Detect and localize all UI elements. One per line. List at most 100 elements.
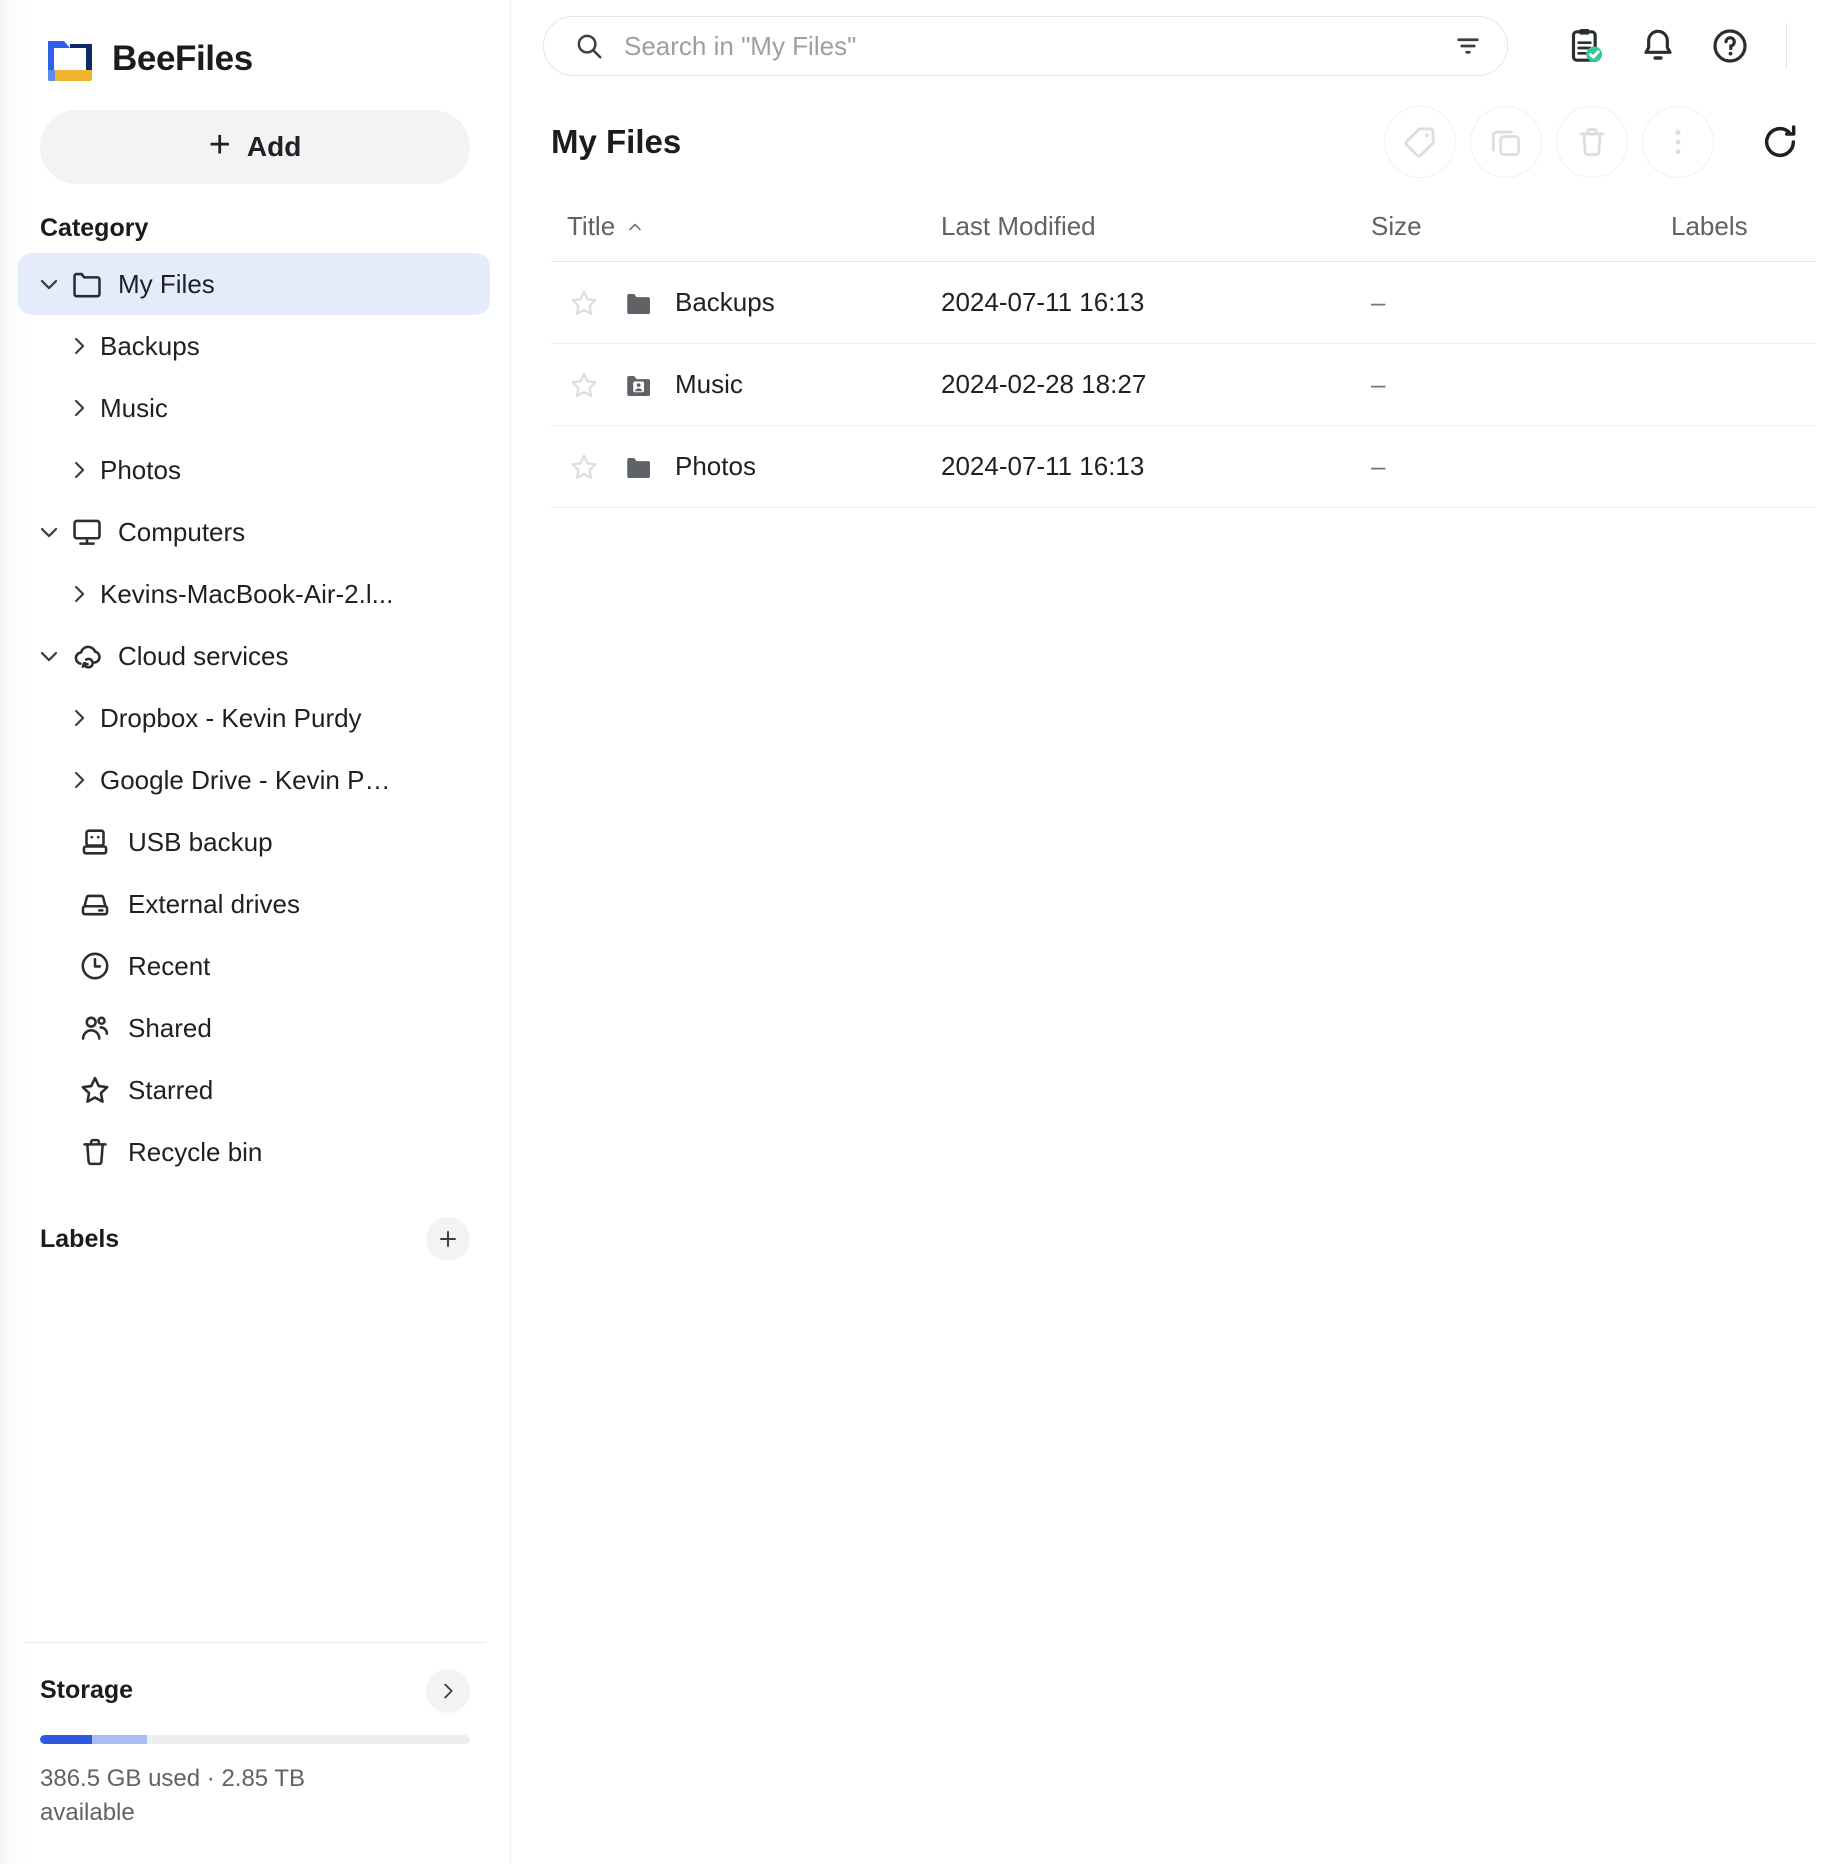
storage-progress-bar — [40, 1735, 470, 1744]
chevron-right-icon — [437, 1680, 459, 1702]
column-header-labels[interactable]: Labels — [1671, 211, 1816, 242]
more-button[interactable] — [1642, 106, 1714, 178]
sidebar-item-label: Music — [100, 393, 168, 424]
labels-title: Labels — [40, 1225, 119, 1254]
cell-title: Backups — [551, 286, 941, 320]
column-header-title[interactable]: Title — [551, 211, 941, 242]
storage-section: Storage 386.5 GB used · 2.85 TB availabl… — [24, 1642, 486, 1864]
sidebar-item-my-files[interactable]: My Files — [18, 253, 490, 315]
action-buttons — [1384, 106, 1816, 178]
search-input[interactable] — [624, 31, 1453, 62]
plus-icon: + — [209, 126, 231, 164]
clipboard-check-button[interactable] — [1550, 10, 1622, 82]
file-name: Photos — [675, 451, 756, 482]
sidebar-item-label: Computers — [118, 517, 245, 548]
table-row[interactable]: Backups 2024-07-11 16:13– — [551, 262, 1816, 344]
sidebar-item-label: Google Drive - Kevin Pu... — [100, 765, 400, 796]
column-header-last-modified[interactable]: Last Modified — [941, 211, 1371, 242]
sidebar-item-computers[interactable]: Computers — [18, 501, 490, 563]
search-input-wrap — [574, 31, 1453, 62]
sidebar-item-kevins-macbook-air-2-l[interactable]: Kevins-MacBook-Air-2.l... — [18, 563, 490, 625]
chevron-right-icon[interactable] — [64, 455, 94, 485]
file-name: Music — [675, 369, 743, 400]
chevron-down-icon[interactable] — [34, 517, 64, 547]
tag-button[interactable] — [1384, 106, 1456, 178]
table-body: Backups2024-07-11 16:13–Music2024-02-28 … — [551, 262, 1816, 508]
sidebar-item-backups[interactable]: Backups — [18, 315, 490, 377]
clock-icon — [78, 949, 112, 983]
delete-button[interactable] — [1556, 106, 1628, 178]
search-box[interactable] — [543, 16, 1508, 76]
sidebar-item-photos[interactable]: Photos — [18, 439, 490, 501]
chevron-right-icon[interactable] — [64, 579, 94, 609]
labels-section-header: Labels — [0, 1183, 510, 1261]
sidebar-item-google-drive-kevin-pu[interactable]: Google Drive - Kevin Pu... — [18, 749, 490, 811]
page-title: My Files — [551, 123, 681, 161]
sidebar-item-label: Cloud services — [118, 641, 289, 672]
cell-last-modified: 2024-02-28 18:27 — [941, 369, 1371, 400]
usb-drive-icon — [78, 825, 112, 859]
filter-icon[interactable] — [1453, 31, 1483, 61]
chevron-down-icon[interactable] — [34, 269, 64, 299]
star-icon[interactable] — [567, 286, 601, 320]
table-row[interactable]: Music2024-02-28 18:27– — [551, 344, 1816, 426]
sidebar-item-cloud-services[interactable]: Cloud services — [18, 625, 490, 687]
table-header-row: Title Last Modified Size Labels — [551, 192, 1816, 262]
sidebar-spacer — [0, 1261, 510, 1642]
sidebar-nav: My Files Backups Music Photos Computers Kevin… — [0, 253, 510, 1183]
sidebar-item-label: USB backup — [128, 827, 273, 858]
file-name: Backups — [675, 287, 775, 318]
cloud-sync-icon — [70, 639, 104, 673]
copy-icon — [1488, 124, 1524, 160]
cell-last-modified: 2024-07-11 16:13 — [941, 451, 1371, 482]
sidebar-item-external-drives[interactable]: External drives — [18, 873, 490, 935]
chevron-right-icon[interactable] — [64, 331, 94, 361]
chevron-right-icon[interactable] — [64, 703, 94, 733]
clipboard-check-icon — [1566, 26, 1606, 66]
topbar — [511, 0, 1840, 92]
trash-icon — [1574, 124, 1610, 160]
sidebar-item-music[interactable]: Music — [18, 377, 490, 439]
star-icon[interactable] — [567, 368, 601, 402]
sidebar-item-dropbox-kevin-purdy[interactable]: Dropbox - Kevin Purdy — [18, 687, 490, 749]
tag-icon — [1402, 124, 1438, 160]
add-button-label: Add — [247, 131, 301, 163]
sidebar-item-recycle-bin[interactable]: Recycle bin — [18, 1121, 490, 1183]
star-icon[interactable] — [567, 450, 601, 484]
trash-icon — [78, 1135, 112, 1169]
chevron-right-icon[interactable] — [64, 393, 94, 423]
topbar-divider — [1786, 23, 1787, 69]
storage-second-segment — [92, 1735, 148, 1744]
brand: BeeFiles — [0, 0, 510, 92]
sidebar-item-usb-backup[interactable]: USB backup — [18, 811, 490, 873]
chevron-down-icon[interactable] — [34, 641, 64, 671]
chevron-up-icon — [625, 217, 645, 237]
storage-details-button[interactable] — [426, 1669, 470, 1713]
sidebar-item-shared[interactable]: Shared — [18, 997, 490, 1059]
sidebar-item-label: My Files — [118, 269, 215, 300]
help-button[interactable] — [1694, 10, 1766, 82]
sidebar-item-label: Kevins-MacBook-Air-2.l... — [100, 579, 393, 610]
copy-button[interactable] — [1470, 106, 1542, 178]
content-header: My Files — [511, 92, 1840, 192]
sidebar-item-starred[interactable]: Starred — [18, 1059, 490, 1121]
chevron-right-icon[interactable] — [64, 765, 94, 795]
cell-size: – — [1371, 287, 1671, 318]
add-label-button[interactable] — [426, 1217, 470, 1261]
sidebar-item-label: Shared — [128, 1013, 212, 1044]
notifications-button[interactable] — [1622, 10, 1694, 82]
folder-icon — [623, 452, 657, 482]
cell-last-modified: 2024-07-11 16:13 — [941, 287, 1371, 318]
sidebar-item-label: Recent — [128, 951, 210, 982]
cell-size: – — [1371, 451, 1671, 482]
column-header-size[interactable]: Size — [1371, 211, 1671, 242]
sidebar-item-recent[interactable]: Recent — [18, 935, 490, 997]
sidebar-item-label: Backups — [100, 331, 200, 362]
sidebar-item-label: Starred — [128, 1075, 213, 1106]
refresh-icon — [1760, 122, 1800, 162]
sidebar: BeeFiles + Add Category My FilesBackupsM… — [0, 0, 511, 1864]
add-button[interactable]: + Add — [40, 110, 470, 184]
bell-icon — [1638, 26, 1678, 66]
refresh-button[interactable] — [1744, 106, 1816, 178]
table-row[interactable]: Photos 2024-07-11 16:13– — [551, 426, 1816, 508]
